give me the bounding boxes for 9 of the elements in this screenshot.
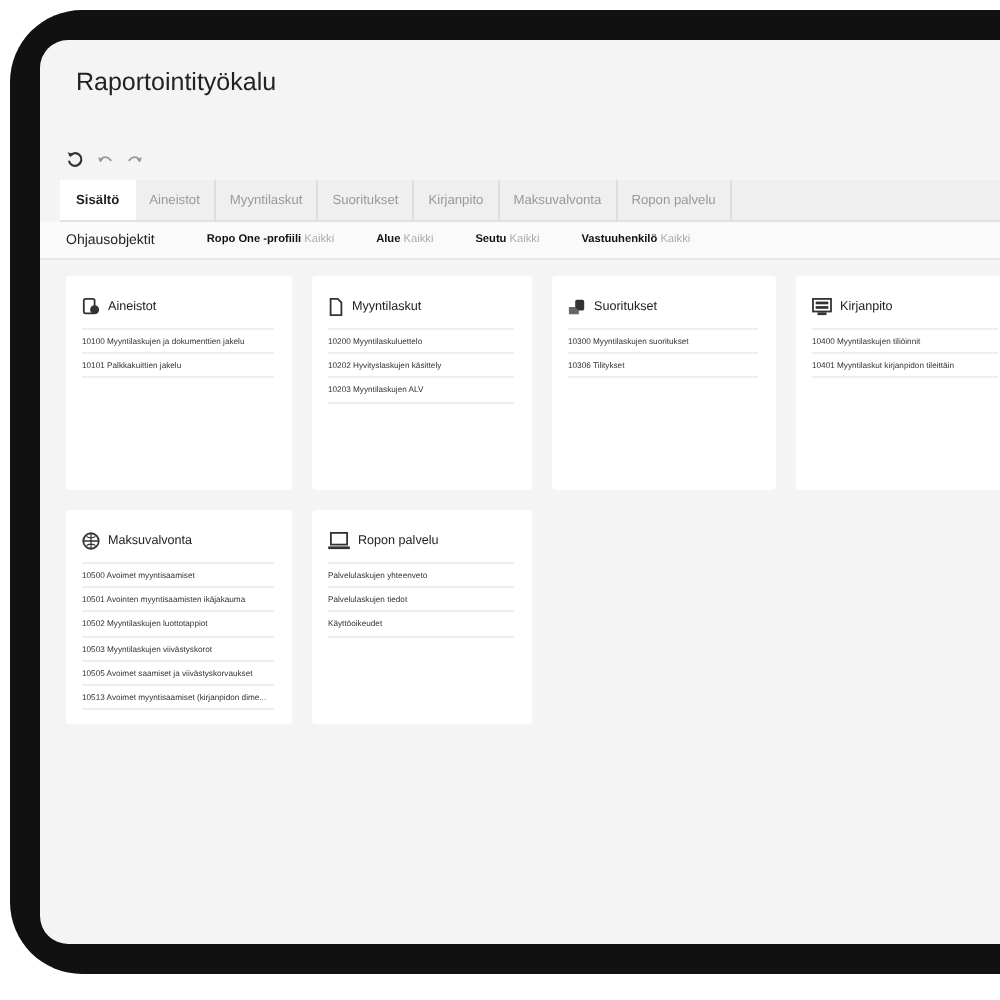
page-title: Raportointityökalu	[74, 66, 279, 100]
monitor-icon	[812, 297, 832, 315]
laptop-icon	[328, 531, 350, 549]
undo-icon[interactable]	[96, 150, 114, 168]
document-icon	[328, 297, 344, 315]
refresh-icon[interactable]	[66, 150, 84, 168]
globe-icon	[82, 531, 100, 549]
document-share-icon	[82, 297, 100, 315]
redo-icon[interactable]	[126, 150, 144, 168]
